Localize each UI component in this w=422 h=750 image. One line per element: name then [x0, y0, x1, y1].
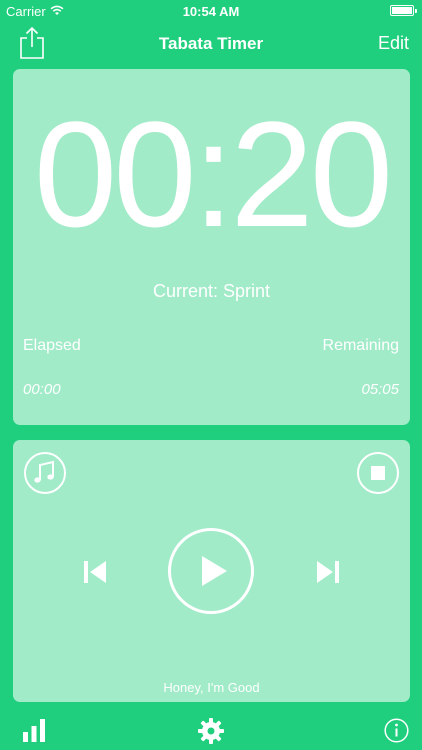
music-player-card: Honey, I'm Good: [13, 440, 410, 702]
skip-next-icon: [315, 561, 341, 589]
skip-previous-icon: [82, 561, 108, 589]
edit-button[interactable]: Edit: [378, 33, 409, 54]
remaining-value: 05:05: [361, 381, 399, 398]
stop-icon: [371, 466, 385, 480]
navigation-bar: Tabata Timer Edit: [0, 22, 422, 66]
timer-display: 00:20: [33, 90, 393, 258]
page-title: Tabata Timer: [158, 34, 264, 53]
tab-bar: [0, 710, 422, 750]
skip-previous-button[interactable]: [82, 559, 108, 585]
bar-chart-icon[interactable]: [22, 718, 46, 742]
song-title: Honey, I'm Good: [163, 680, 260, 695]
status-bar: Carrier 10:54 AM: [0, 0, 422, 22]
elapsed-label: Elapsed: [23, 337, 81, 354]
timer-card: 00:20 Current: Sprint Elapsed Remaining …: [13, 69, 410, 425]
stop-button[interactable]: [357, 452, 399, 494]
battery-icon: [390, 5, 417, 16]
remaining-label: Remaining: [322, 337, 399, 354]
current-interval: Current: Sprint: [152, 281, 271, 301]
info-icon[interactable]: [384, 718, 409, 743]
music-note-icon: [26, 460, 64, 496]
play-icon: [171, 556, 251, 615]
status-time: 10:54 AM: [182, 4, 240, 19]
gear-icon[interactable]: [198, 718, 224, 744]
music-library-button[interactable]: [24, 452, 66, 494]
skip-next-button[interactable]: [315, 559, 341, 585]
play-button[interactable]: [168, 528, 254, 614]
elapsed-value: 00:00: [23, 381, 61, 398]
